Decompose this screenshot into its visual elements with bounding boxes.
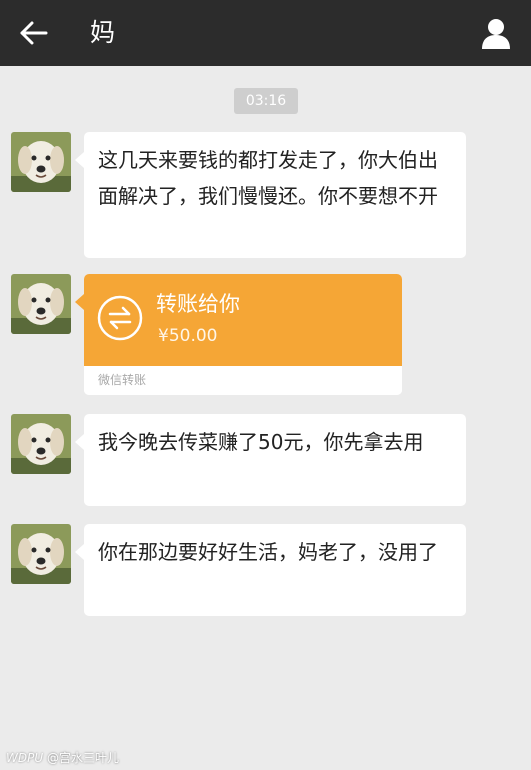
- contact-avatar[interactable]: [11, 524, 71, 584]
- person-icon: [482, 19, 510, 49]
- message-text: 我今晚去传菜赚了50元，你先拿去用: [98, 430, 424, 454]
- contact-avatar[interactable]: [11, 414, 71, 474]
- message-text: 你在那边要好好生活，妈老了，没用了: [98, 540, 438, 564]
- chat-info-button[interactable]: [477, 14, 515, 52]
- contact-avatar[interactable]: [11, 132, 71, 192]
- transfer-amount: ¥50.00: [158, 326, 218, 346]
- back-button[interactable]: [14, 13, 54, 53]
- transfer-card[interactable]: 转账给你 ¥50.00 微信转账: [84, 274, 402, 395]
- transfer-title: 转账给你: [156, 292, 240, 316]
- back-arrow-icon: [20, 21, 48, 45]
- dog-avatar-icon: [11, 132, 71, 192]
- message-bubble[interactable]: 这几天来要钱的都打发走了，你大伯出面解决了，我们慢慢还。你不要想不开: [75, 132, 466, 258]
- transfer-bubble-tail: [75, 294, 84, 310]
- watermark-brand: WDPU: [6, 751, 44, 765]
- dog-avatar-icon: [11, 274, 71, 334]
- watermark: WDPU @宫水三叶儿: [6, 750, 119, 766]
- message-bubble[interactable]: 你在那边要好好生活，妈老了，没用了: [75, 524, 466, 616]
- contact-avatar[interactable]: [11, 274, 71, 334]
- chat-title: 妈: [90, 18, 116, 47]
- message-text: 这几天来要钱的都打发走了，你大伯出面解决了，我们慢慢还。你不要想不开: [98, 148, 438, 208]
- transfer-footer: 微信转账: [84, 366, 402, 395]
- transfer-arrows-icon: [97, 295, 143, 341]
- chat-header: 妈: [0, 0, 531, 66]
- message-timestamp: 03:16: [234, 88, 298, 114]
- transfer-card-header: 转账给你 ¥50.00: [84, 274, 402, 366]
- dog-avatar-icon: [11, 524, 71, 584]
- dog-avatar-icon: [11, 414, 71, 474]
- message-bubble[interactable]: 我今晚去传菜赚了50元，你先拿去用: [75, 414, 466, 506]
- watermark-handle: @宫水三叶儿: [46, 751, 119, 765]
